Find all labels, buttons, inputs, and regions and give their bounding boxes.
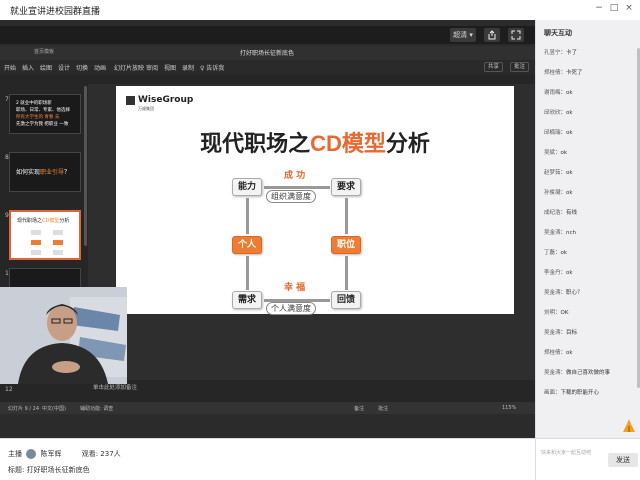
- comment-button[interactable]: 批注: [510, 62, 530, 72]
- slide-thumbnail-7[interactable]: 2 就业中的职场新 职场、日常、专家、他选择 所有大学生的 青春 去 先激之学为…: [9, 94, 81, 134]
- viewer-count: 237人: [100, 450, 121, 458]
- logo-subtext: 万顺集团: [138, 106, 154, 111]
- tab-insert[interactable]: 插入: [22, 63, 34, 72]
- notes-toggle-button[interactable]: 备注: [354, 405, 364, 412]
- tab-design[interactable]: 设计: [58, 63, 70, 72]
- stream-info-bar: 主播 陈军辉 观看: 237人 标题: 打好职场长征新底色: [0, 438, 535, 480]
- window-titlebar: 就业宣讲进校园群直播 − □ ×: [0, 0, 640, 20]
- presenter-webcam: [0, 287, 127, 384]
- tab-record[interactable]: 录制: [182, 63, 194, 72]
- ppt-ribbon-tabs: 开始 插入 绘图 设计 切换 动画 幻灯片放映 审阅 视图 录制 ♀ 告诉我: [0, 60, 535, 74]
- chat-message: 吴金涛：职心？: [544, 290, 583, 296]
- stream-topic: 标题: 打好职场长征新底色: [8, 466, 90, 474]
- zoom-level[interactable]: 115%: [502, 405, 516, 411]
- chat-message: 刘明：OK: [544, 310, 569, 316]
- ppt-toolbar-strip: [0, 74, 535, 84]
- share-button[interactable]: 共享: [484, 62, 504, 72]
- ppt-app-name: 首页模板: [34, 49, 55, 55]
- chat-message: 孙俊凝：ok: [544, 190, 573, 196]
- chat-message: 李金丹：ok: [544, 270, 573, 276]
- arrow-vertical: [345, 198, 348, 234]
- arrow-vertical: [246, 256, 249, 290]
- chat-message: 谢雨梅：ok: [544, 90, 573, 96]
- ppt-titlebar: 首页模板 打好职场长征新底色: [0, 46, 535, 60]
- minimize-button[interactable]: −: [593, 3, 605, 13]
- avatar: [26, 449, 37, 459]
- label-personal-satisfaction: 个人满意度: [266, 302, 316, 315]
- chat-message: 郑桂倩：ok: [544, 350, 573, 356]
- label-happiness: 幸 福: [284, 283, 306, 293]
- box-feedback: 回馈: [331, 291, 361, 309]
- current-slide[interactable]: WiseGroup 万顺集团 现代职场之CD模型分析 能力 要求 成 功 组织满…: [116, 86, 514, 315]
- close-button[interactable]: ×: [623, 3, 635, 13]
- box-position: 职位: [331, 236, 361, 254]
- tab-review[interactable]: 审阅: [146, 63, 158, 72]
- label-org-satisfaction: 组织满意度: [266, 190, 316, 203]
- ppt-doc-title: 打好职场长征新底色: [240, 50, 295, 57]
- share-icon[interactable]: [484, 28, 500, 42]
- chat-message: 邱欣欣：ok: [544, 110, 573, 116]
- quality-selector[interactable]: 超清 ▾: [450, 28, 476, 42]
- arrow-vertical: [246, 198, 249, 234]
- box-requirement: 要求: [331, 178, 361, 196]
- language-status: 中文(中国): [42, 406, 66, 412]
- chat-message: 吴金涛：做自己喜欢做的事: [544, 370, 611, 376]
- chat-message: 孔昱宁：卡了: [544, 50, 578, 56]
- thumb-number: 12: [5, 386, 13, 393]
- chat-message: 吴金涛：nch: [544, 230, 577, 236]
- ppt-statusbar: 幻灯片 9 / 24 中文(中国) 辅助功能: 调查 备注 批注 115%: [0, 402, 535, 414]
- box-individual: 个人: [232, 236, 262, 254]
- box-ability: 能力: [232, 178, 262, 196]
- logo-text: WiseGroup: [138, 95, 194, 105]
- slide-counter: 幻灯片 9 / 24: [8, 406, 39, 412]
- slide-thumbnail-8[interactable]: 如何实现职业引导？: [9, 152, 81, 192]
- accessibility-status: 辅助功能: 调查: [80, 406, 114, 412]
- live-bottom-strip: [0, 414, 535, 438]
- arrow-horizontal: [264, 186, 330, 189]
- chevron-down-icon: ▾: [469, 31, 473, 39]
- topic-text: 打好职场长征新底色: [26, 466, 90, 474]
- notes-placeholder: 单击此处添加备注: [93, 385, 138, 391]
- slide-thumbnail-10[interactable]: [9, 268, 81, 288]
- fullscreen-icon[interactable]: [508, 28, 524, 42]
- tab-view[interactable]: 视图: [164, 63, 176, 72]
- slide-thumbnail-9[interactable]: 现代职场之CD模型分析: [9, 210, 81, 260]
- arrow-vertical: [345, 256, 348, 290]
- chat-message: 画面：下载的职能开心: [544, 390, 600, 396]
- tab-home[interactable]: 开始: [4, 63, 16, 72]
- notes-pane[interactable]: 单击此处添加备注: [88, 380, 535, 402]
- chat-message: 成纪浩：有线: [544, 210, 578, 216]
- send-button[interactable]: 发送: [608, 453, 638, 467]
- slide-title: 现代职场之CD模型分析: [200, 131, 430, 156]
- tab-slideshow[interactable]: 幻灯片放映: [114, 63, 144, 72]
- quality-label: 超清: [453, 31, 468, 39]
- tab-tell-me[interactable]: ♀ 告诉我: [200, 63, 224, 72]
- label-success: 成 功: [284, 171, 306, 181]
- tab-transitions[interactable]: 切换: [76, 63, 88, 72]
- comments-toggle-button[interactable]: 批注: [378, 405, 388, 412]
- chat-input-placeholder[interactable]: 快来和大家一起互动吧: [541, 449, 591, 456]
- gift-icon[interactable]: [622, 418, 636, 434]
- thumbnail-scrollbar[interactable]: [84, 86, 87, 246]
- chat-message: 邱楠瑞：ok: [544, 130, 573, 136]
- maximize-button[interactable]: □: [608, 3, 620, 13]
- chat-message: 郑桂倩：卡死了: [544, 70, 583, 76]
- chat-input-area[interactable]: 快来和大家一起互动吧 发送: [536, 438, 640, 480]
- chat-title: 聊天互动: [544, 29, 572, 37]
- tab-draw[interactable]: 绘图: [40, 63, 52, 72]
- tab-animations[interactable]: 动画: [94, 63, 106, 72]
- chat-message: 赵梦茹：ok: [544, 170, 573, 176]
- logo-mark-icon: [126, 96, 135, 105]
- chat-message: 吴斌：ok: [544, 150, 568, 156]
- chat-message: 吴金涛：目标: [544, 330, 578, 336]
- window-title: 就业宣讲进校园群直播: [10, 7, 101, 17]
- chat-message: 丁磊：ok: [544, 250, 568, 256]
- box-need: 需求: [232, 291, 262, 309]
- chat-panel: 聊天互动 孔昱宁：卡了 郑桂倩：卡死了 谢雨梅：ok 邱欣欣：ok 邱楠瑞：ok…: [535, 20, 640, 480]
- host-info: 主播 陈军辉 观看: 237人: [8, 449, 121, 459]
- host-name: 陈军辉: [40, 450, 62, 458]
